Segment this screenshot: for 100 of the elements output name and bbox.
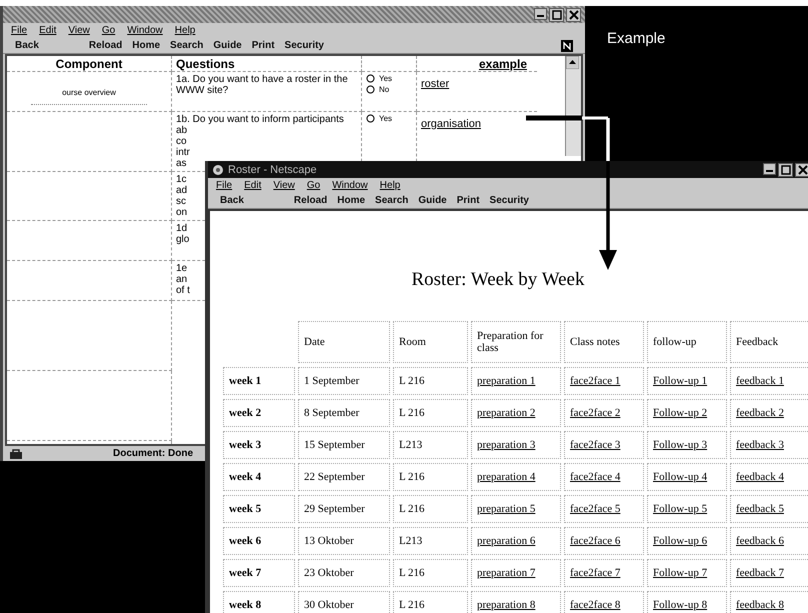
- room-cell: L 216: [399, 567, 425, 579]
- menu-item[interactable]: Edit: [39, 25, 56, 36]
- browser-icon: [212, 164, 224, 176]
- toolbar-button[interactable]: Home: [337, 195, 366, 206]
- menu-item[interactable]: View: [273, 180, 295, 191]
- column-header: Preparation for class: [477, 330, 544, 354]
- maximize-icon: [780, 164, 790, 174]
- date-cell: 23 Oktober: [304, 567, 354, 579]
- radio-option[interactable]: No: [366, 85, 412, 94]
- column-header[interactable]: example: [478, 57, 527, 71]
- week-label: week 7: [229, 567, 262, 579]
- question-text: 1b. Do you want to inform participants: [176, 114, 344, 125]
- question-text: 1c: [176, 174, 187, 185]
- toolbar-button[interactable]: Guide: [213, 40, 242, 51]
- minimize-button[interactable]: [534, 8, 547, 20]
- example-link[interactable]: roster: [421, 78, 450, 90]
- security-lock-icon: [9, 448, 23, 459]
- component-label: ourse overview: [62, 88, 116, 97]
- minimize-button[interactable]: [763, 162, 776, 174]
- week-label: week 4: [229, 471, 262, 483]
- question-text: 1a. Do you want to have a roster in the: [176, 74, 348, 85]
- room-cell: L 216: [399, 503, 425, 515]
- toolbar-button[interactable]: Security: [490, 195, 529, 206]
- scroll-up-icon: [566, 56, 579, 69]
- question-text: on: [176, 207, 188, 218]
- question-text: 1d: [176, 223, 188, 234]
- column-header: Date: [304, 336, 325, 348]
- menu-item[interactable]: Help: [174, 25, 196, 36]
- menu-item[interactable]: Window: [127, 25, 163, 36]
- menu-item[interactable]: Window: [332, 180, 368, 191]
- question-text: intr: [176, 147, 190, 158]
- question-text: glo: [176, 234, 190, 245]
- minimize-icon: [766, 170, 773, 172]
- toolbar-button[interactable]: Search: [170, 40, 204, 51]
- menu-item[interactable]: File: [216, 180, 232, 191]
- example-link[interactable]: organisation: [421, 118, 481, 130]
- week-label: week 6: [229, 535, 262, 547]
- maximize-icon: [552, 10, 562, 20]
- toolbar-button[interactable]: Guide: [418, 195, 447, 206]
- toolbar-button[interactable]: Reload: [294, 195, 328, 206]
- room-cell: L213: [399, 535, 422, 547]
- column-header: Feedback: [736, 336, 778, 348]
- window-title: Roster - Netscape: [228, 164, 317, 176]
- room-cell: L 216: [399, 471, 425, 483]
- maximize-button[interactable]: [778, 162, 793, 176]
- toolbar-button[interactable]: Search: [375, 195, 408, 206]
- column-header: Room: [399, 336, 426, 348]
- close-icon: [568, 10, 578, 20]
- maximize-button[interactable]: [549, 8, 564, 22]
- question-text: 1e: [176, 263, 188, 274]
- week-label: week 2: [229, 407, 262, 419]
- toolbar-button[interactable]: Home: [132, 40, 160, 51]
- date-cell: 8 September: [304, 407, 360, 419]
- toolbar-button[interactable]: Back: [15, 40, 39, 51]
- question-text: ab: [176, 125, 188, 136]
- question-text: WWW site?: [176, 85, 228, 96]
- scrollbar[interactable]: [565, 56, 581, 156]
- week-label: week 8: [229, 599, 262, 611]
- menu-item[interactable]: View: [68, 25, 90, 36]
- date-cell: 1 September: [304, 375, 360, 387]
- date-cell: 15 September: [304, 439, 365, 451]
- radio-option[interactable]: Yes: [366, 74, 412, 83]
- menu-item[interactable]: Help: [380, 180, 400, 191]
- question-text: ad: [176, 185, 188, 196]
- week-label: week 1: [229, 375, 262, 387]
- menu-item[interactable]: Go: [306, 180, 320, 191]
- week-label: week 5: [229, 503, 262, 515]
- browser-logo-icon: [561, 40, 573, 52]
- room-cell: L213: [399, 439, 422, 451]
- toolbar-button[interactable]: Back: [220, 195, 244, 206]
- question-text: sc: [176, 196, 186, 207]
- toolbar-button[interactable]: Reload: [88, 40, 122, 51]
- date-cell: 13 Oktober: [304, 535, 354, 547]
- question-text: of t: [176, 285, 190, 296]
- status-text: Document: Done: [113, 448, 193, 459]
- toolbar-button[interactable]: Print: [456, 195, 480, 206]
- radio-option[interactable]: Yes: [366, 114, 412, 123]
- close-button[interactable]: [795, 162, 808, 176]
- question-text: as: [176, 158, 187, 169]
- column-header: follow-up: [653, 336, 696, 348]
- date-cell: 22 September: [304, 471, 365, 483]
- week-label: week 3: [229, 439, 262, 451]
- question-text: an: [176, 274, 188, 285]
- toolbar-button[interactable]: Print: [252, 40, 275, 51]
- room-cell: L 216: [399, 407, 425, 419]
- room-cell: L 216: [399, 375, 425, 387]
- date-cell: 29 September: [304, 503, 365, 515]
- column-header: Class notes: [570, 336, 620, 348]
- question-text: co: [176, 136, 187, 147]
- close-button[interactable]: [566, 8, 581, 22]
- menu-item[interactable]: File: [11, 25, 28, 36]
- column-header: Questions: [172, 56, 362, 72]
- date-cell: 30 Oktober: [304, 599, 354, 611]
- menu-item[interactable]: Go: [102, 25, 116, 36]
- menu-item[interactable]: Edit: [244, 180, 262, 191]
- minimize-icon: [537, 14, 544, 16]
- toolbar-button[interactable]: Security: [284, 40, 324, 51]
- column-header: Component: [7, 56, 172, 72]
- room-cell: L 216: [399, 599, 425, 611]
- annotation-label: Example: [607, 30, 666, 47]
